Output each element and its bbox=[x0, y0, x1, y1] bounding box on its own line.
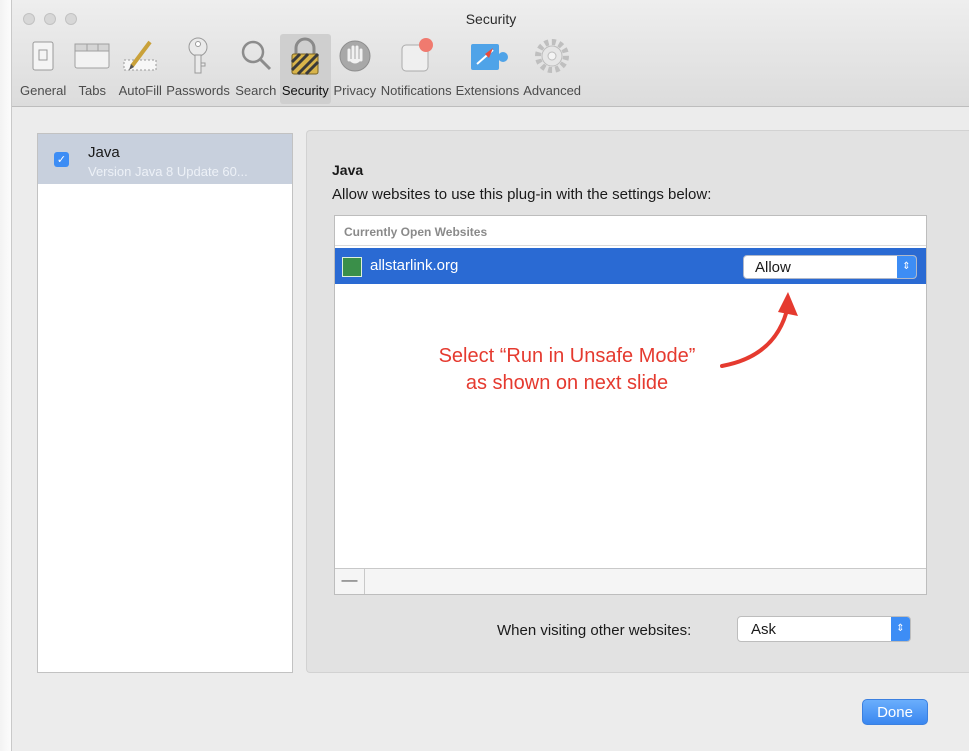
tab-tabs-label: Tabs bbox=[78, 83, 106, 98]
tab-security[interactable]: Security bbox=[279, 34, 331, 104]
tab-general[interactable]: General bbox=[18, 34, 68, 104]
plugin-version: Version Java 8 Update 60... bbox=[88, 164, 248, 179]
done-button[interactable]: Done bbox=[862, 699, 928, 725]
site-setting-select[interactable]: Allow ⇕ bbox=[743, 255, 917, 279]
autofill-icon bbox=[118, 34, 162, 78]
preferences-window: Security General Tabs AutoFill Passwords… bbox=[11, 0, 969, 751]
gear-icon bbox=[530, 34, 574, 78]
plugin-list: ✓ Java Version Java 8 Update 60... bbox=[37, 133, 293, 673]
tab-extensions[interactable]: Extensions bbox=[454, 34, 522, 104]
tab-autofill[interactable]: AutoFill bbox=[116, 34, 164, 104]
updown-chevron-icon: ⇕ bbox=[897, 256, 916, 278]
tab-notifications[interactable]: Notifications bbox=[379, 34, 454, 104]
plugin-item-java[interactable]: ✓ Java Version Java 8 Update 60... bbox=[38, 134, 292, 184]
site-favicon-icon bbox=[342, 257, 362, 277]
tab-privacy-label: Privacy bbox=[333, 83, 377, 98]
panel-description: Allow websites to use this plug-in with … bbox=[332, 186, 712, 203]
tab-notifications-label: Notifications bbox=[380, 83, 452, 98]
tab-search[interactable]: Search bbox=[232, 34, 280, 104]
other-websites-value: Ask bbox=[751, 621, 777, 638]
site-name: allstarlink.org bbox=[370, 257, 459, 274]
other-websites-label: When visiting other websites: bbox=[497, 622, 692, 639]
plugin-name: Java bbox=[88, 144, 120, 161]
annotation-line-1: Select “Run in Unsafe Mode” bbox=[438, 345, 696, 367]
table-row[interactable]: allstarlink.org Allow ⇕ bbox=[335, 248, 926, 284]
tab-advanced-label: Advanced bbox=[523, 83, 582, 98]
plugin-settings-panel: Java Allow websites to use this plug-in … bbox=[306, 130, 969, 673]
annotation-arrow-icon bbox=[720, 292, 798, 368]
tab-advanced[interactable]: Advanced bbox=[521, 34, 583, 104]
annotation-line-2: as shown on next slide bbox=[465, 372, 669, 394]
tab-privacy[interactable]: Privacy bbox=[331, 34, 379, 104]
general-icon bbox=[21, 34, 65, 78]
annotation-text: Select “Run in Unsafe Mode” as shown on … bbox=[407, 343, 727, 397]
site-setting-value: Allow bbox=[755, 259, 791, 276]
tab-autofill-label: AutoFill bbox=[118, 83, 162, 98]
tab-general-label: General bbox=[20, 83, 67, 98]
notifications-icon bbox=[394, 34, 438, 78]
lock-icon bbox=[283, 34, 327, 78]
toolbar-tabs: General Tabs AutoFill Passwords Search S… bbox=[18, 34, 583, 104]
table-footer: — bbox=[335, 568, 926, 594]
puzzle-icon bbox=[465, 34, 509, 78]
updown-chevron-icon: ⇕ bbox=[891, 617, 910, 641]
toolbar: Security General Tabs AutoFill Passwords… bbox=[12, 0, 969, 107]
window-title: Security bbox=[465, 11, 517, 27]
remove-website-button[interactable]: — bbox=[335, 569, 365, 594]
tabs-icon bbox=[70, 34, 114, 78]
tab-extensions-label: Extensions bbox=[455, 83, 520, 98]
tab-passwords-label: Passwords bbox=[166, 83, 230, 98]
table-header: Currently Open Websites bbox=[335, 216, 926, 246]
tab-tabs[interactable]: Tabs bbox=[68, 34, 116, 104]
tab-search-label: Search bbox=[235, 83, 277, 98]
panel-title: Java bbox=[332, 162, 364, 178]
tab-security-label: Security bbox=[281, 83, 329, 98]
hand-icon bbox=[333, 34, 377, 78]
other-websites-select[interactable]: Ask ⇕ bbox=[737, 616, 911, 642]
plugin-enabled-checkbox[interactable]: ✓ bbox=[54, 152, 69, 167]
tab-passwords[interactable]: Passwords bbox=[164, 34, 232, 104]
key-icon bbox=[176, 34, 220, 78]
search-icon bbox=[234, 34, 278, 78]
websites-table: Currently Open Websites allstarlink.org … bbox=[334, 215, 927, 595]
